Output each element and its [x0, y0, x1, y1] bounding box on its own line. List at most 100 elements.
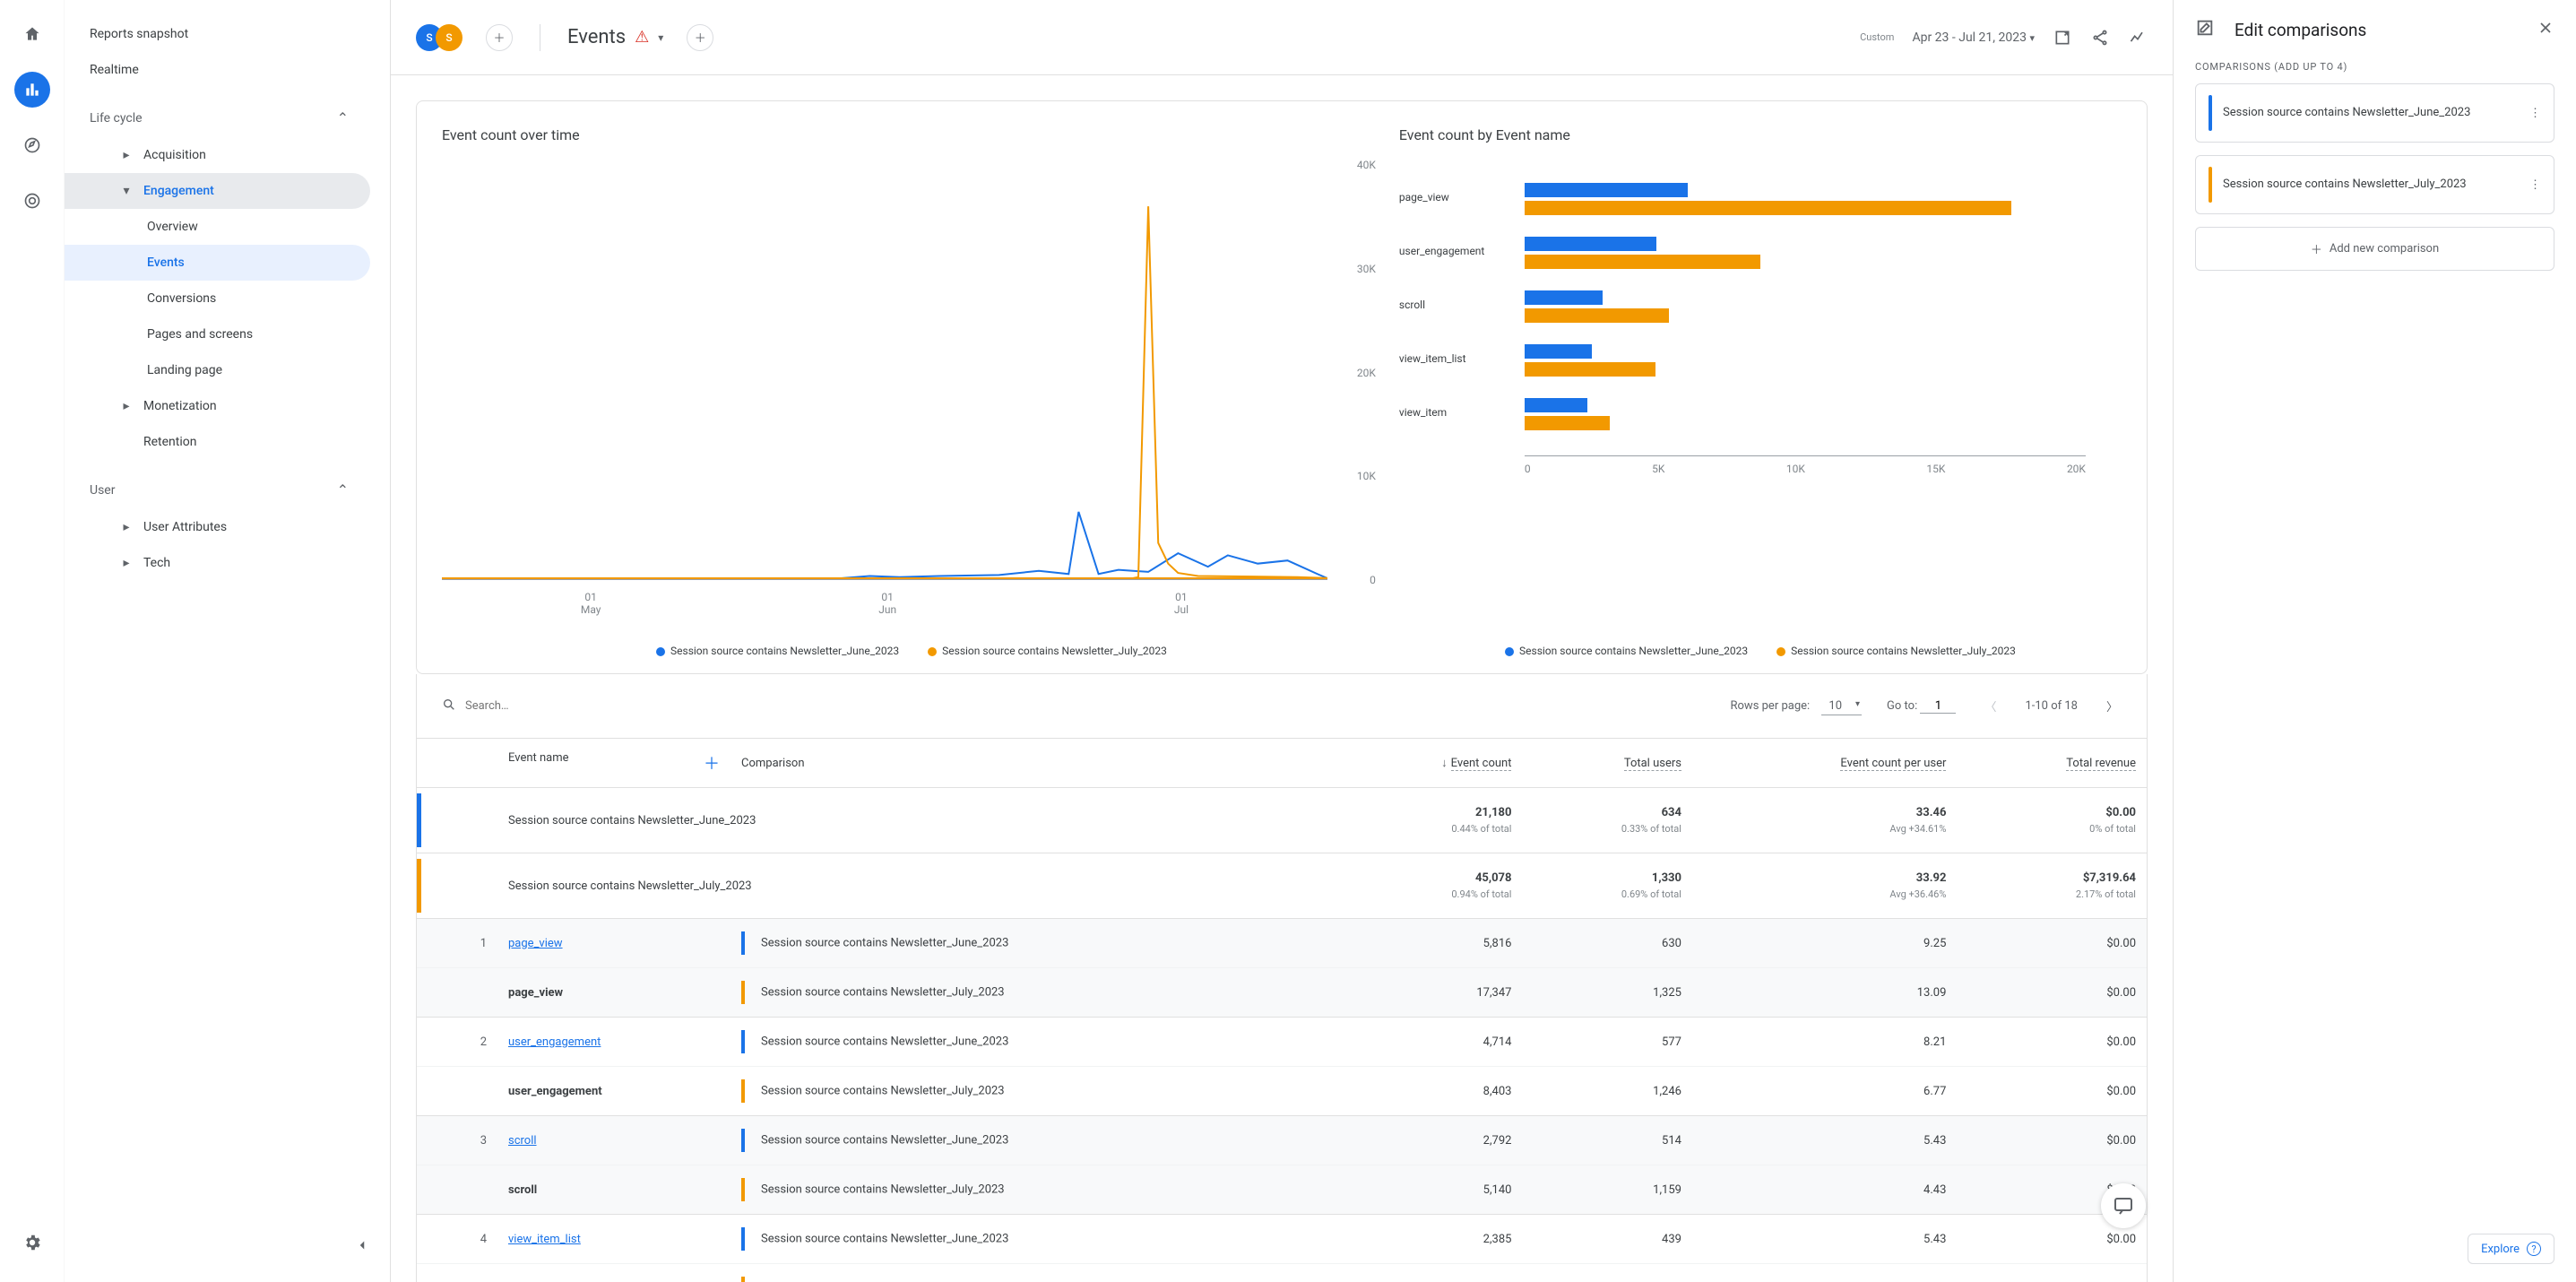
reports-icon[interactable]: [14, 72, 50, 108]
add-report-button[interactable]: ＋: [687, 24, 713, 51]
comparison-text: Session source contains Newsletter_July_…: [2223, 177, 2467, 193]
nav-tech[interactable]: ▸Tech: [65, 545, 370, 581]
nav-user-attributes[interactable]: ▸User Attributes: [65, 509, 370, 545]
customize-report-icon[interactable]: [2053, 28, 2072, 48]
add-comparison-button[interactable]: ＋ Add new comparison: [2195, 227, 2554, 271]
event-link[interactable]: page_view: [508, 937, 563, 950]
close-icon[interactable]: [2537, 19, 2554, 40]
line-chart[interactable]: 40K30K20K10K0 01May01Jun01Jul: [442, 165, 1381, 634]
col-total-users[interactable]: Total users: [1624, 757, 1681, 771]
chevron-up-icon: ⌃: [337, 481, 349, 498]
comparison-stripe: [2209, 167, 2212, 203]
explore-icon[interactable]: [14, 127, 50, 163]
table-row[interactable]: 3scrollSession source contains Newslette…: [417, 1116, 2147, 1165]
nav-overview[interactable]: Overview: [65, 209, 370, 245]
bar-chart[interactable]: page_viewuser_engagementscrollview_item_…: [1399, 165, 2122, 634]
search-icon[interactable]: [442, 697, 456, 715]
section-label: Life cycle: [90, 111, 143, 126]
feedback-fab[interactable]: [2101, 1183, 2146, 1228]
col-event-count[interactable]: Event count: [1451, 757, 1512, 771]
table-row[interactable]: page_viewSession source contains Newslet…: [417, 968, 2147, 1018]
edit-icon: [2195, 18, 2215, 41]
avatar-july: S: [436, 24, 462, 51]
home-icon[interactable]: [14, 16, 50, 52]
event-link[interactable]: view_item_list: [508, 1233, 581, 1246]
line-chart-legend: Session source contains Newsletter_June_…: [442, 634, 1381, 673]
legend-swatch-blue: [656, 647, 665, 656]
prev-page-button[interactable]: 〈: [1981, 694, 2000, 718]
table-row[interactable]: 4view_item_listSession source contains N…: [417, 1215, 2147, 1264]
table-row[interactable]: user_engagementSession source contains N…: [417, 1067, 2147, 1116]
add-dimension-icon[interactable]: ＋: [704, 751, 720, 775]
title-dropdown-icon[interactable]: ▾: [658, 31, 663, 44]
table-row[interactable]: 2user_engagementSession source contains …: [417, 1018, 2147, 1067]
nav-pages-screens[interactable]: Pages and screens: [65, 316, 370, 352]
nav-engagement[interactable]: ▾Engagement: [65, 173, 370, 209]
left-sidebar: Reports snapshot Realtime Life cycle ⌃ ▸…: [65, 0, 391, 1282]
warning-icon[interactable]: ⚠: [635, 28, 649, 47]
section-label: User: [90, 483, 115, 498]
search-input[interactable]: [465, 699, 614, 713]
more-icon[interactable]: ⋮: [2529, 178, 2541, 192]
advertising-icon[interactable]: [14, 183, 50, 219]
sidebar-collapse-button[interactable]: [354, 1237, 370, 1257]
sort-desc-icon: ↓: [1441, 757, 1448, 770]
nav-reports-snapshot[interactable]: Reports snapshot: [65, 16, 370, 52]
explore-chip[interactable]: Explore ?: [2468, 1234, 2554, 1264]
nav-realtime[interactable]: Realtime: [65, 52, 370, 88]
table-row[interactable]: view_item_listSession source contains Ne…: [417, 1264, 2147, 1282]
more-icon[interactable]: ⋮: [2529, 107, 2541, 120]
nav-conversions[interactable]: Conversions: [65, 281, 370, 316]
table-row[interactable]: scrollSession source contains Newsletter…: [417, 1165, 2147, 1215]
nav-section-user[interactable]: User ⌃: [65, 471, 370, 509]
nav-landing-page[interactable]: Landing page: [65, 352, 370, 388]
col-event-name[interactable]: Event name: [508, 751, 569, 765]
date-range-picker[interactable]: Apr 23 - Jul 21, 2023 ▾: [1912, 30, 2035, 45]
col-comparison: Comparison: [741, 757, 805, 770]
main-content: S S ＋ Events ⚠ ▾ ＋ Custom Apr 23 - Jul 2…: [391, 0, 2173, 1282]
comparison-text: Session source contains Newsletter_June_…: [2223, 105, 2470, 121]
rows-per-page-label: Rows per page:: [1731, 699, 1811, 713]
nav-section-life-cycle[interactable]: Life cycle ⌃: [65, 99, 370, 137]
charts-card: Event count over time 40K30K20K10K0 01Ma…: [416, 100, 2148, 674]
legend-swatch-blue: [1505, 647, 1514, 656]
col-event-count-per-user[interactable]: Event count per user: [1840, 757, 1946, 771]
nav-acquisition[interactable]: ▸Acquisition: [65, 137, 370, 173]
caret-right-icon: ▸: [118, 148, 134, 162]
table-row[interactable]: 1page_viewSession source contains Newsle…: [417, 919, 2147, 968]
add-comparison-chip[interactable]: ＋: [486, 24, 513, 51]
bar-chart-title: Event count by Event name: [1399, 126, 2122, 143]
page-indicator: 1-10 of 18: [2025, 699, 2078, 713]
go-to-label: Go to:: [1887, 699, 1917, 713]
table-toolbar: Rows per page: 10 ▾ Go to: 〈 1-10 of 18 …: [417, 674, 2147, 738]
summary-row: Session source contains Newsletter_June_…: [417, 788, 2147, 853]
comparison-card[interactable]: Session source contains Newsletter_June_…: [2195, 83, 2554, 143]
panel-title: Edit comparisons: [2235, 20, 2366, 40]
app-rail: [0, 0, 65, 1282]
next-page-button[interactable]: 〉: [2103, 694, 2122, 718]
summary-row: Session source contains Newsletter_July_…: [417, 853, 2147, 919]
nav-events[interactable]: Events: [65, 245, 370, 281]
rows-per-page-select[interactable]: 10 ▾: [1821, 699, 1862, 715]
go-to-input[interactable]: [1920, 699, 1956, 714]
nav-monetization[interactable]: ▸Monetization: [65, 388, 370, 424]
comparison-card[interactable]: Session source contains Newsletter_July_…: [2195, 155, 2554, 214]
comparison-avatars[interactable]: S S: [416, 24, 462, 51]
legend-swatch-orange: [1776, 647, 1785, 656]
share-icon[interactable]: [2090, 28, 2110, 48]
caret-right-icon: ▸: [118, 399, 134, 413]
bar-chart-legend: Session source contains Newsletter_June_…: [1399, 634, 2122, 673]
insights-icon[interactable]: [2128, 28, 2148, 48]
event-link[interactable]: scroll: [508, 1134, 537, 1148]
legend-swatch-orange: [928, 647, 937, 656]
panel-subtitle: COMPARISONS (ADD UP TO 4): [2195, 61, 2554, 73]
col-total-revenue[interactable]: Total revenue: [2066, 757, 2136, 771]
nav-retention[interactable]: Retention: [65, 424, 370, 460]
help-icon: ?: [2527, 1242, 2541, 1256]
chevron-up-icon: ⌃: [337, 109, 349, 126]
comparison-stripe: [2209, 95, 2212, 131]
settings-icon[interactable]: [14, 1225, 50, 1260]
edit-comparisons-panel: Edit comparisons COMPARISONS (ADD UP TO …: [2173, 0, 2576, 1282]
event-link[interactable]: user_engagement: [508, 1035, 601, 1049]
dropdown-icon: ▾: [1855, 699, 1860, 709]
